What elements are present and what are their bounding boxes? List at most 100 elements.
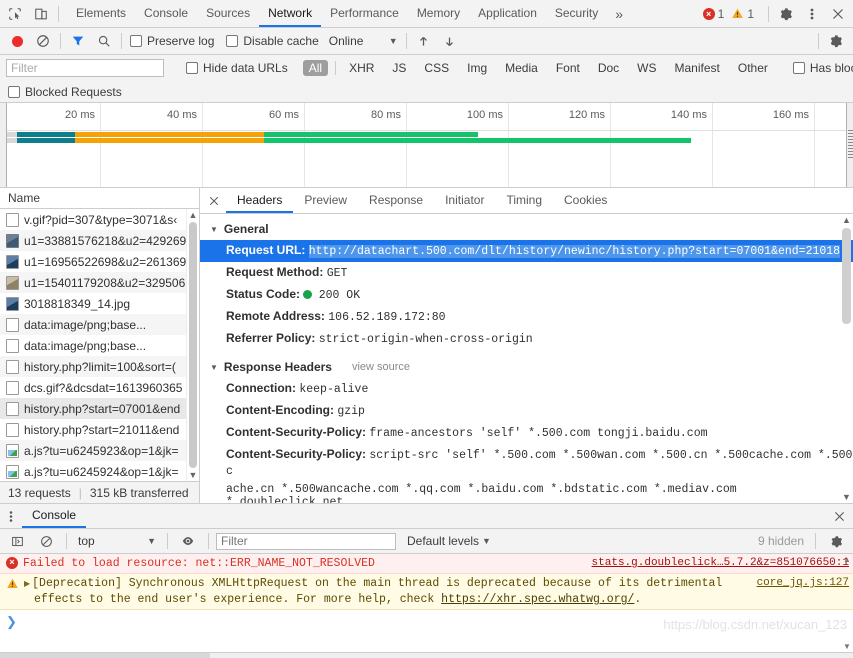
type-filter-doc[interactable]: Doc [592,60,625,76]
search-icon[interactable] [91,28,117,54]
type-filter-ws[interactable]: WS [631,60,662,76]
disable-cache-checkbox[interactable]: Disable cache [226,34,318,48]
scroll-down-icon[interactable]: ▼ [840,492,853,502]
inspect-element-icon[interactable] [2,1,28,27]
request-row[interactable]: a.js?tu=u6245924&op=1&jk= [0,461,199,481]
tab-application[interactable]: Application [469,0,546,27]
request-row[interactable]: history.php?start=21011&end [0,419,199,440]
type-filter-css[interactable]: CSS [418,60,455,76]
blocked-requests-checkbox[interactable]: Blocked Requests [8,85,122,99]
request-row[interactable]: dcs.gif?&dcsdat=1613960365 [0,377,199,398]
tab-preview[interactable]: Preview [293,188,358,213]
live-expression-icon[interactable] [175,528,201,554]
request-row[interactable]: u1=16956522698&u2=261369 [0,251,199,272]
request-row[interactable]: data:image/png;base... [0,335,199,356]
device-toolbar-icon[interactable] [28,1,54,27]
scroll-down-icon[interactable]: ▼ [841,642,853,651]
type-filter-font[interactable]: Font [550,60,586,76]
request-row[interactable]: u1=33881576218&u2=429269 [0,230,199,251]
scroll-up-icon[interactable]: ▲ [840,215,853,225]
close-icon[interactable] [825,1,851,27]
tab-performance[interactable]: Performance [321,0,408,27]
record-button[interactable] [4,28,30,54]
more-tabs-button[interactable]: » [607,6,631,22]
import-har-icon[interactable] [411,28,437,54]
console-sidebar-icon[interactable] [4,528,30,554]
request-list-column-header[interactable]: Name [0,188,199,209]
error-icon: × [703,8,715,20]
tab-headers[interactable]: Headers [226,188,293,213]
request-row[interactable]: 3018818349_14.jpg [0,293,199,314]
drawer-more-options-icon[interactable] [0,504,22,528]
request-row[interactable]: data:image/png;base... [0,314,199,335]
clear-console-icon[interactable] [33,528,59,554]
hide-data-urls-checkbox[interactable]: Hide data URLs [186,61,288,75]
tab-security[interactable]: Security [546,0,607,27]
type-filter-all[interactable]: All [303,60,328,76]
type-filter-other[interactable]: Other [732,60,774,76]
preserve-log-checkbox[interactable]: Preserve log [130,34,214,48]
chevron-down-icon: ▼ [210,363,218,372]
console-context-select[interactable]: top ▼ [74,534,160,548]
request-list-scrollbar[interactable]: ▲ ▼ [186,209,199,481]
scroll-down-icon[interactable]: ▼ [187,470,199,480]
console-message-error[interactable]: × Failed to load resource: net::ERR_NAME… [0,554,853,574]
response-headers-section-header[interactable]: ▼ Response Headers view source [200,356,853,378]
filter-input[interactable] [6,59,164,77]
console-message-warning[interactable]: ▶[Deprecation] Synchronous XMLHttpReques… [0,574,853,610]
request-row[interactable]: v.gif?pid=307&type=3071&s‹ [0,209,199,230]
tab-response[interactable]: Response [358,188,434,213]
type-filter-manifest[interactable]: Manifest [669,60,726,76]
tab-console[interactable]: Console [135,0,197,27]
scroll-up-icon[interactable]: ▲ [841,555,853,564]
scrollbar-thumb[interactable] [842,228,851,324]
type-filter-xhr[interactable]: XHR [343,60,380,76]
overview-right-handle[interactable] [846,103,853,187]
request-row[interactable]: history.php?limit=100&sort=( [0,356,199,377]
tab-network[interactable]: Network [259,0,321,27]
tab-cookies[interactable]: Cookies [553,188,618,213]
type-filter-media[interactable]: Media [499,60,544,76]
console-levels-select[interactable]: Default levels ▼ [407,534,491,548]
header-value: frame-ancestors 'self' *.500.com tongji.… [369,427,707,440]
console-prompt[interactable]: ❯ [0,610,853,634]
network-settings-gear-icon[interactable] [823,28,849,54]
type-filter-img[interactable]: Img [461,60,493,76]
overview-left-handle[interactable] [0,103,7,187]
console-settings-gear-icon[interactable] [823,528,849,554]
tab-timing[interactable]: Timing [495,188,553,213]
clear-button[interactable] [30,28,56,54]
more-options-icon[interactable] [799,1,825,27]
scroll-up-icon[interactable]: ▲ [187,210,199,220]
request-row[interactable]: u1=15401179208&u2=329506 [0,272,199,293]
console-filter-input[interactable] [216,533,396,550]
issue-counters[interactable]: × 1 1 [697,7,764,21]
drawer-close-icon[interactable] [825,504,853,528]
request-url-row[interactable]: Request URL: http://datachart.500.com/dl… [200,240,853,262]
console-message-source-link[interactable]: core_jq.js:127 [749,576,849,591]
has-blocked-cookies-checkbox[interactable]: Has blocked cookies [793,61,853,75]
tab-sources[interactable]: Sources [197,0,259,27]
throttling-select[interactable]: Online ▼ [329,34,398,48]
console-scrollbar[interactable]: ▲ ▼ [841,554,853,652]
view-source-link[interactable]: view source [352,361,410,373]
gear-icon[interactable] [773,1,799,27]
scrollbar-thumb[interactable] [189,222,197,468]
drawer-tab-console[interactable]: Console [22,504,86,528]
type-filter-js[interactable]: JS [386,60,412,76]
header-key: Connection: [226,381,296,395]
tab-elements[interactable]: Elements [67,0,135,27]
expand-triangle-icon[interactable]: ▶ [24,580,30,589]
spec-link[interactable]: https://xhr.spec.whatwg.org/ [441,593,634,606]
tab-memory[interactable]: Memory [408,0,469,27]
general-section-header[interactable]: ▼ General [200,218,853,240]
close-detail-icon[interactable] [202,188,226,213]
filter-toggle-icon[interactable] [65,28,91,54]
request-row[interactable]: a.js?tu=u6245923&op=1&jk= [0,440,199,461]
export-har-icon[interactable] [437,28,463,54]
network-overview-timeline[interactable]: 20 ms 40 ms 60 ms 80 ms 100 ms 120 ms 14… [0,103,853,188]
tab-initiator[interactable]: Initiator [434,188,495,213]
detail-scrollbar[interactable]: ▲ ▼ [840,214,853,503]
console-message-source-link[interactable]: stats.g.doubleclick…5.7.2&z=851076650:1 [584,556,849,571]
request-row-selected[interactable]: history.php?start=07001&end [0,398,199,419]
